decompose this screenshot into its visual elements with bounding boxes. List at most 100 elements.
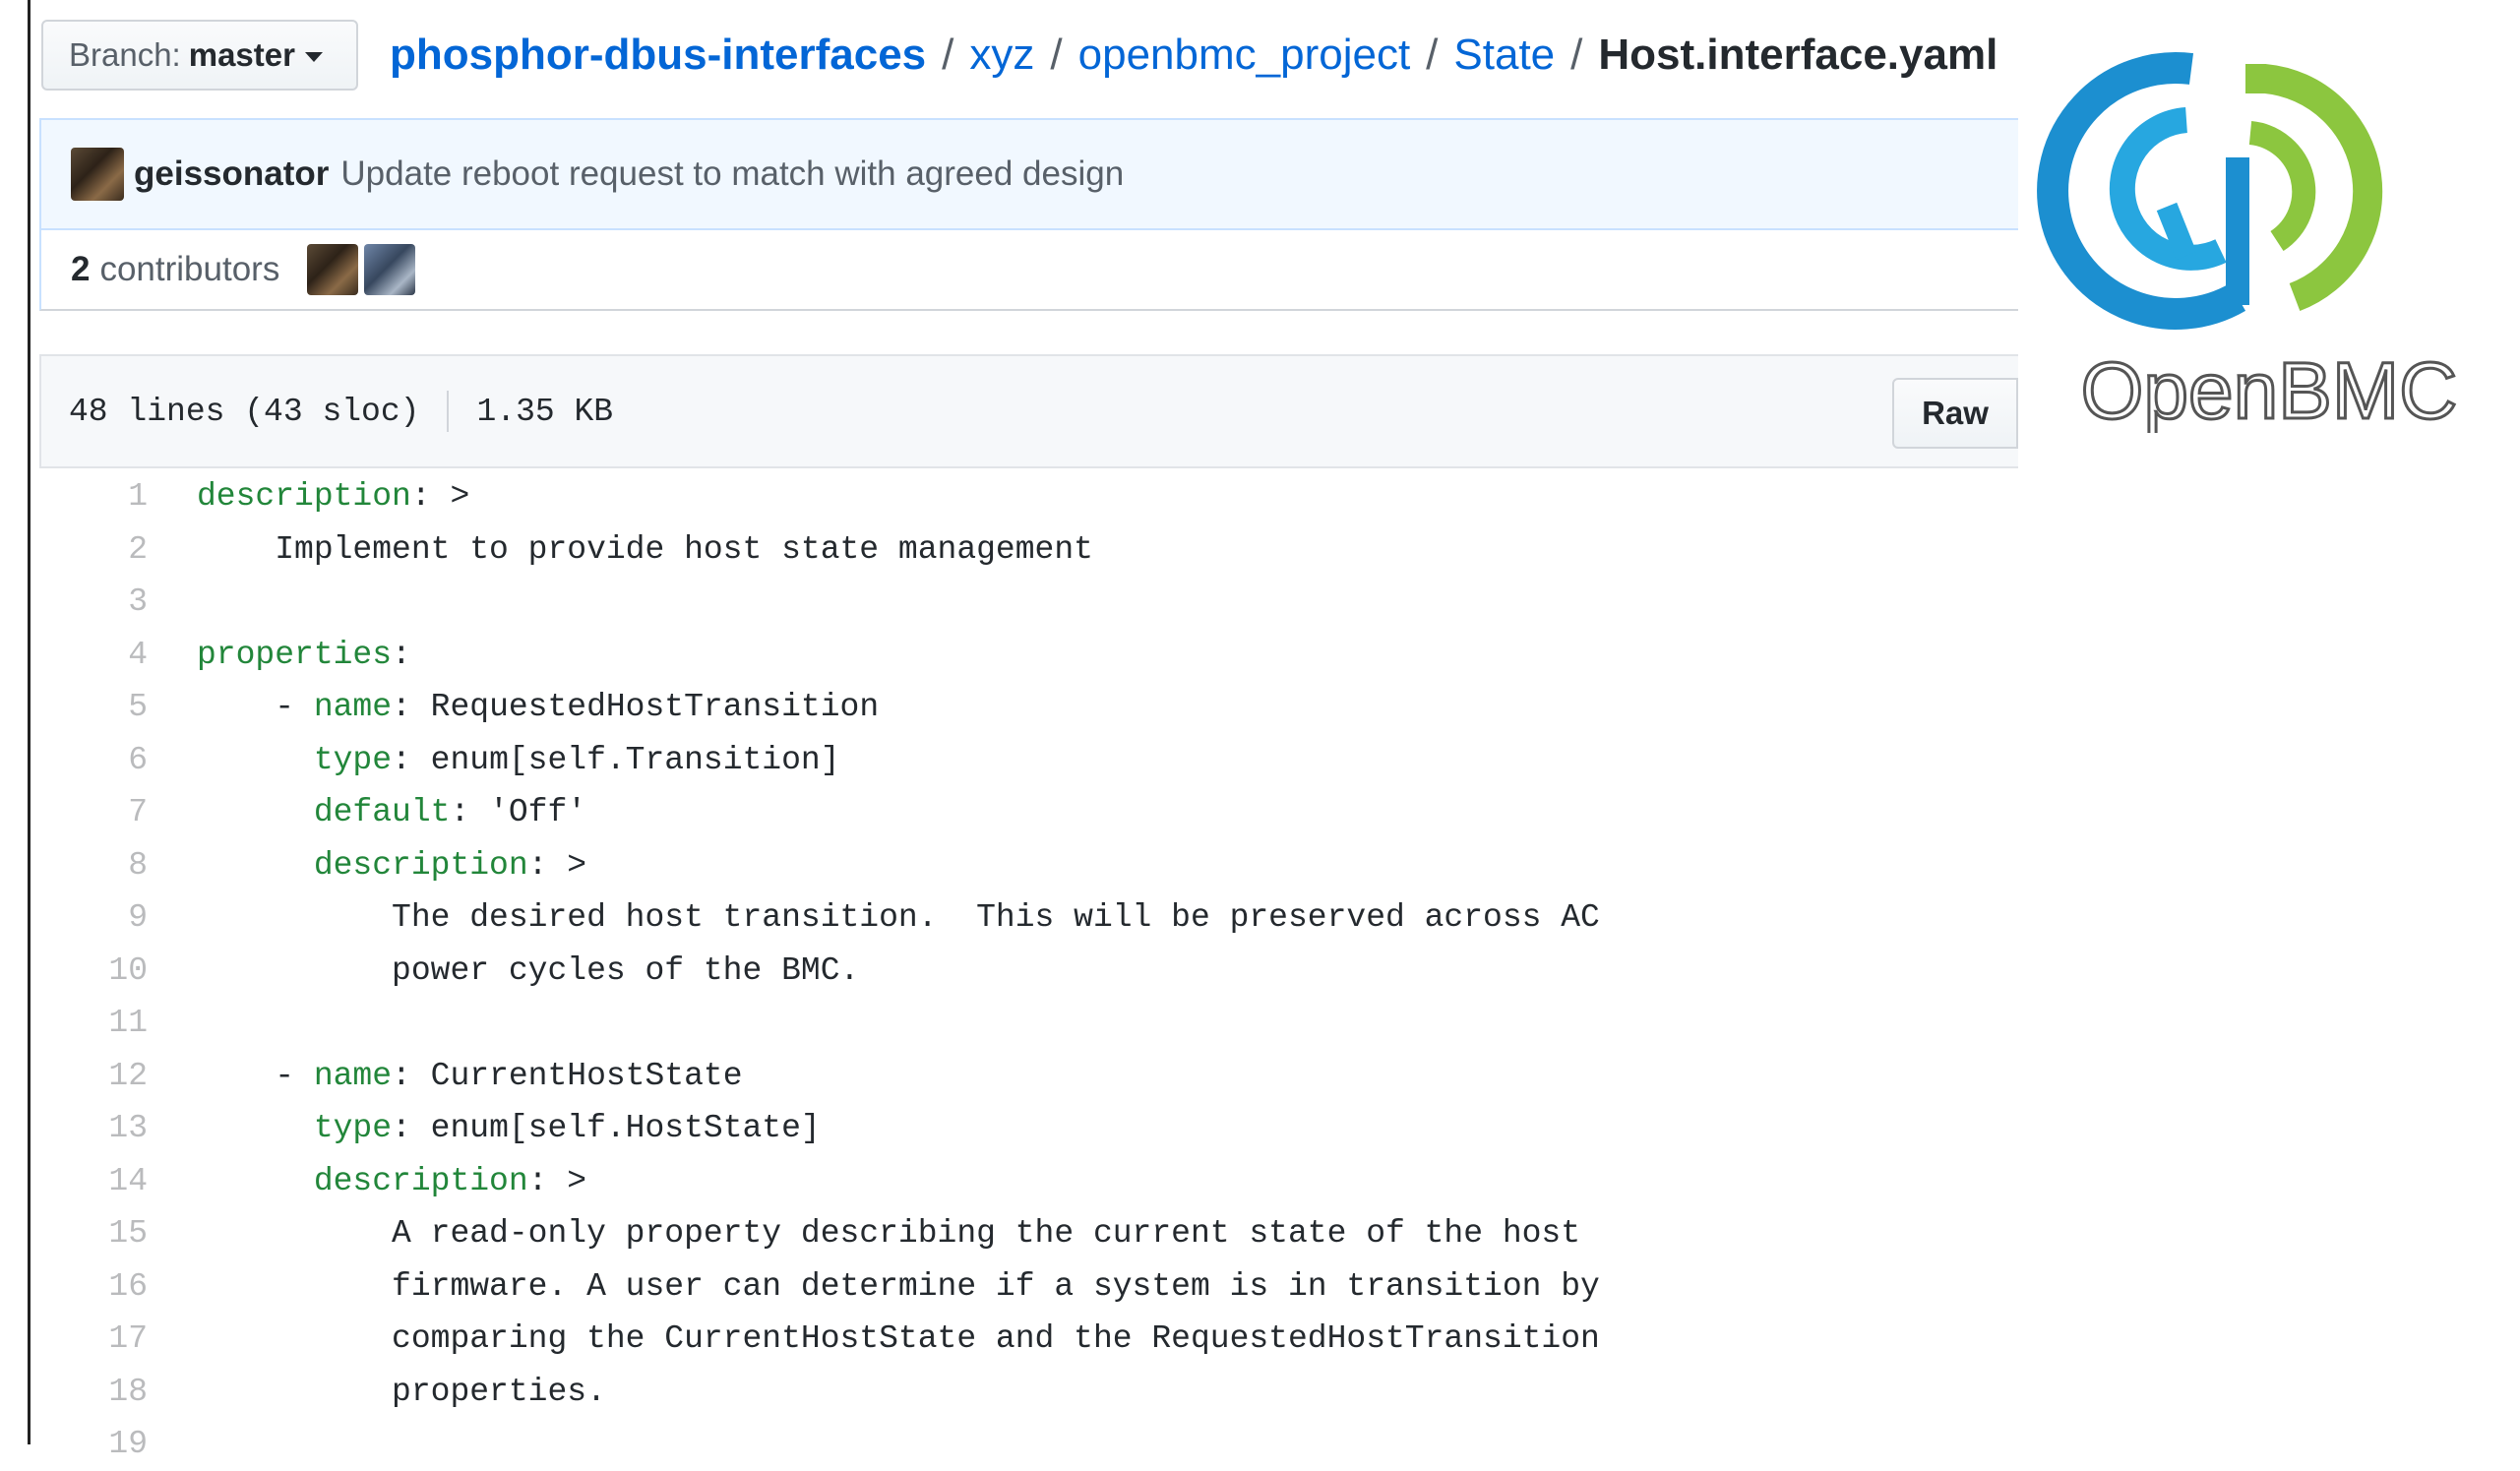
yaml-value: firmware. A user can determine if a syst… bbox=[197, 1267, 1600, 1305]
yaml-value: power cycles of the BMC. bbox=[197, 951, 860, 989]
branch-label: Branch: bbox=[69, 36, 181, 73]
line-number[interactable]: 16 bbox=[39, 1260, 148, 1314]
breadcrumb-current-file: Host.interface.yaml bbox=[1598, 31, 1998, 79]
code-view: 1 description: >2 Implement to provide ho… bbox=[39, 470, 2018, 1471]
line-number[interactable]: 17 bbox=[39, 1313, 148, 1366]
line-number[interactable]: 5 bbox=[39, 681, 148, 734]
avatar[interactable] bbox=[364, 244, 416, 295]
line-number[interactable]: 15 bbox=[39, 1207, 148, 1260]
line-number[interactable]: 13 bbox=[39, 1102, 148, 1155]
code-line: 2 Implement to provide host state manage… bbox=[39, 523, 2018, 577]
code-line: 18 properties. bbox=[39, 1366, 2018, 1419]
line-content: type: enum[self.HostState] bbox=[148, 1102, 821, 1155]
breadcrumb-link-state[interactable]: State bbox=[1453, 31, 1555, 80]
yaml-key: type bbox=[313, 741, 393, 778]
yaml-value: : enum[self.Transition] bbox=[392, 741, 840, 778]
breadcrumb-separator: / bbox=[1426, 31, 1439, 79]
code-line: 3 bbox=[39, 576, 2018, 629]
line-content: Implement to provide host state manageme… bbox=[148, 523, 1093, 577]
branch-select-button[interactable]: Branch: master bbox=[41, 20, 358, 91]
code-line: 5 - name: RequestedHostTransition bbox=[39, 681, 2018, 734]
chevron-down-icon bbox=[304, 52, 323, 62]
line-number[interactable]: 2 bbox=[39, 523, 148, 577]
line-number[interactable]: 7 bbox=[39, 786, 148, 839]
code-line: 13 type: enum[self.HostState] bbox=[39, 1102, 2018, 1155]
breadcrumb: phosphor-dbus-interfaces / xyz / openbmc… bbox=[390, 26, 1998, 85]
commit-message-link[interactable]: Update reboot request to match with agre… bbox=[340, 154, 1124, 194]
contributors-count: 2 bbox=[71, 250, 91, 288]
yaml-value: : bbox=[392, 636, 411, 673]
line-number[interactable]: 14 bbox=[39, 1155, 148, 1208]
line-number[interactable]: 4 bbox=[39, 629, 148, 682]
yaml-value: : > bbox=[410, 478, 470, 515]
code-line: 7 default: 'Off' bbox=[39, 786, 2018, 839]
breadcrumb-repo-link[interactable]: phosphor-dbus-interfaces bbox=[390, 31, 926, 80]
line-number[interactable]: 11 bbox=[39, 997, 148, 1050]
line-content: default: 'Off' bbox=[148, 786, 586, 839]
commit-author-link[interactable]: geissonator bbox=[134, 154, 329, 194]
openbmc-logo: OpenBMC bbox=[2037, 52, 2459, 433]
file-header: 48 lines (43 sloc) 1.35 KB Raw bbox=[39, 354, 2018, 468]
line-content bbox=[148, 576, 197, 629]
breadcrumb-separator: / bbox=[1050, 31, 1063, 79]
line-content: power cycles of the BMC. bbox=[148, 945, 859, 998]
yaml-key: properties bbox=[197, 636, 393, 673]
breadcrumb-link-openbmc-project[interactable]: openbmc_project bbox=[1078, 31, 1411, 80]
yaml-value: : 'Off' bbox=[450, 794, 587, 830]
line-number[interactable]: 8 bbox=[39, 839, 148, 892]
file-size: 1.35 KB bbox=[476, 393, 614, 430]
yaml-value: Implement to provide host state manageme… bbox=[197, 530, 1093, 568]
yaml-key: name bbox=[313, 689, 393, 725]
yaml-key: default bbox=[313, 794, 451, 830]
yaml-value: : > bbox=[527, 846, 587, 884]
yaml-value: : CurrentHostState bbox=[392, 1057, 743, 1094]
avatar[interactable] bbox=[307, 244, 359, 295]
line-content: A read-only property describing the curr… bbox=[148, 1207, 1580, 1260]
yaml-key: description bbox=[313, 1162, 528, 1199]
yaml-value: : RequestedHostTransition bbox=[392, 689, 880, 725]
yaml-key: description bbox=[313, 846, 528, 884]
code-line: 15 A read-only property describing the c… bbox=[39, 1207, 2018, 1260]
file-line-count: 48 lines (43 sloc) bbox=[69, 393, 420, 430]
code-line: 11 bbox=[39, 997, 2018, 1050]
code-line: 10 power cycles of the BMC. bbox=[39, 945, 2018, 998]
latest-commit-bar: geissonator Update reboot request to mat… bbox=[39, 118, 2018, 230]
avatar[interactable] bbox=[71, 148, 124, 201]
yaml-key: description bbox=[197, 478, 411, 515]
yaml-value: : enum[self.HostState] bbox=[392, 1110, 821, 1146]
line-content bbox=[148, 997, 197, 1050]
yaml-value: comparing the CurrentHostState and the R… bbox=[197, 1320, 1600, 1357]
code-line: 1 description: > bbox=[39, 470, 2018, 523]
yaml-key: type bbox=[313, 1110, 393, 1146]
code-line: 8 description: > bbox=[39, 839, 2018, 892]
code-line: 14 description: > bbox=[39, 1155, 2018, 1208]
line-number[interactable]: 10 bbox=[39, 945, 148, 998]
divider bbox=[447, 391, 450, 432]
logo-text: OpenBMC bbox=[2081, 346, 2458, 433]
yaml-value: properties. bbox=[197, 1373, 606, 1410]
line-number[interactable]: 3 bbox=[39, 576, 148, 629]
line-content: type: enum[self.Transition] bbox=[148, 734, 840, 787]
raw-button[interactable]: Raw bbox=[1892, 378, 2018, 449]
line-number[interactable]: 9 bbox=[39, 891, 148, 945]
code-line: 4 properties: bbox=[39, 629, 2018, 682]
yaml-value: : > bbox=[527, 1162, 587, 1199]
line-content: - name: CurrentHostState bbox=[197, 1057, 743, 1094]
yaml-key: name bbox=[313, 1057, 393, 1094]
line-number[interactable]: 18 bbox=[39, 1366, 148, 1419]
branch-value: master bbox=[188, 36, 295, 73]
contributors-bar[interactable]: 2 contributors bbox=[39, 230, 2018, 311]
breadcrumb-link-xyz[interactable]: xyz bbox=[969, 31, 1034, 80]
breadcrumb-separator: / bbox=[1570, 31, 1583, 79]
window-left-edge bbox=[28, 0, 31, 1444]
line-number[interactable]: 6 bbox=[39, 734, 148, 787]
contributors-label: contributors bbox=[99, 250, 280, 288]
line-number[interactable]: 12 bbox=[39, 1050, 148, 1103]
line-content: - name: RequestedHostTransition bbox=[197, 689, 880, 725]
line-number[interactable]: 1 bbox=[39, 470, 148, 523]
line-content: properties. bbox=[148, 1366, 606, 1419]
code-line: 17 comparing the CurrentHostState and th… bbox=[39, 1313, 2018, 1366]
breadcrumb-separator: / bbox=[942, 31, 954, 79]
line-content: The desired host transition. This will b… bbox=[148, 891, 1600, 945]
code-line: 16 firmware. A user can determine if a s… bbox=[39, 1260, 2018, 1314]
